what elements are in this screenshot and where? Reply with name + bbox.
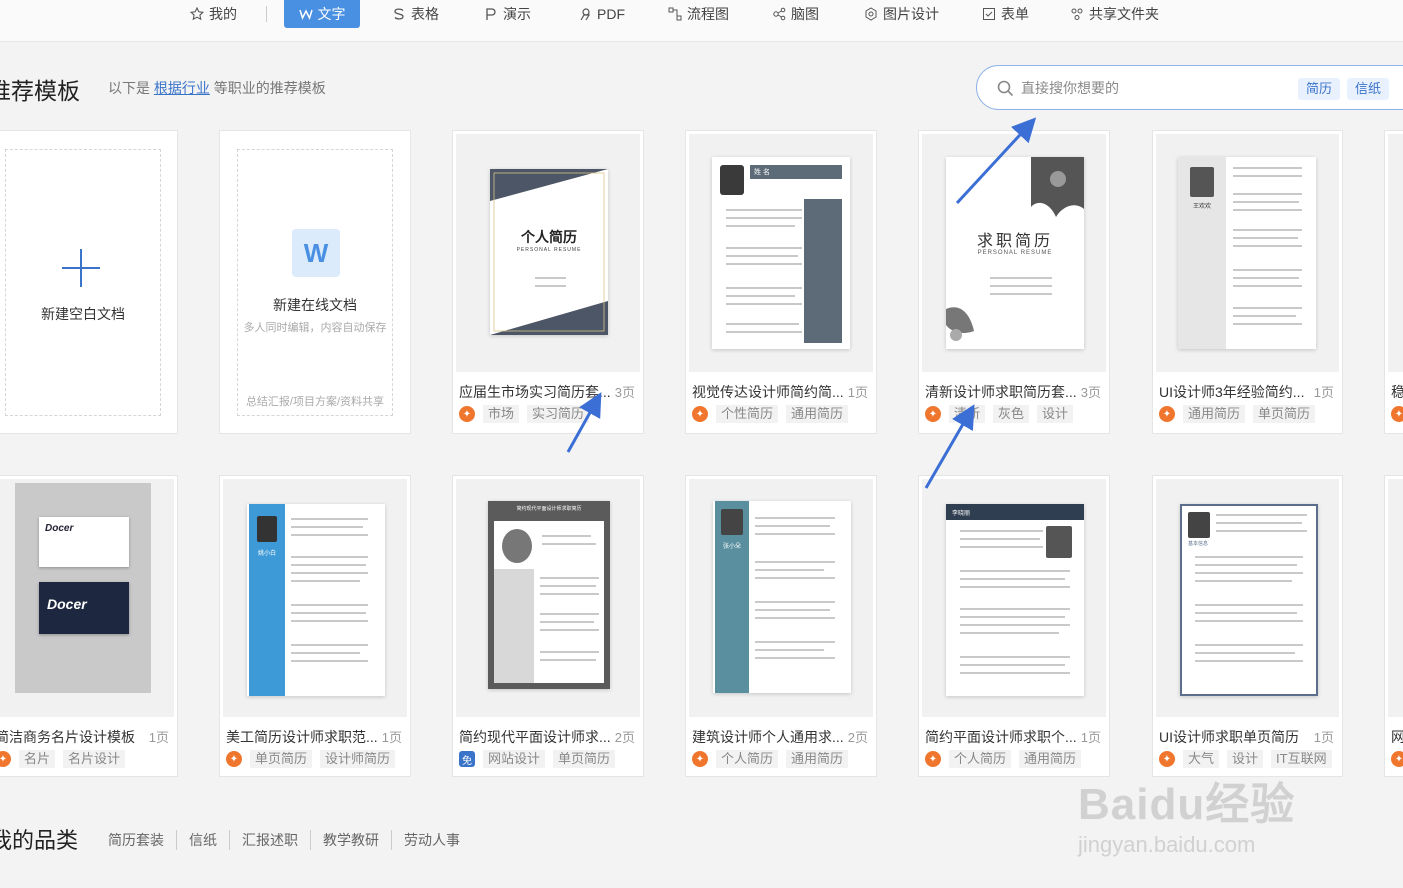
annotation-arrows	[566, 117, 1037, 489]
arrow-to-tags	[924, 404, 975, 489]
baidu-watermark: Baidu经验 jingyan.baidu.com	[1078, 780, 1296, 857]
arrow-to-tags	[566, 392, 602, 453]
arrow-to-search	[955, 117, 1037, 205]
